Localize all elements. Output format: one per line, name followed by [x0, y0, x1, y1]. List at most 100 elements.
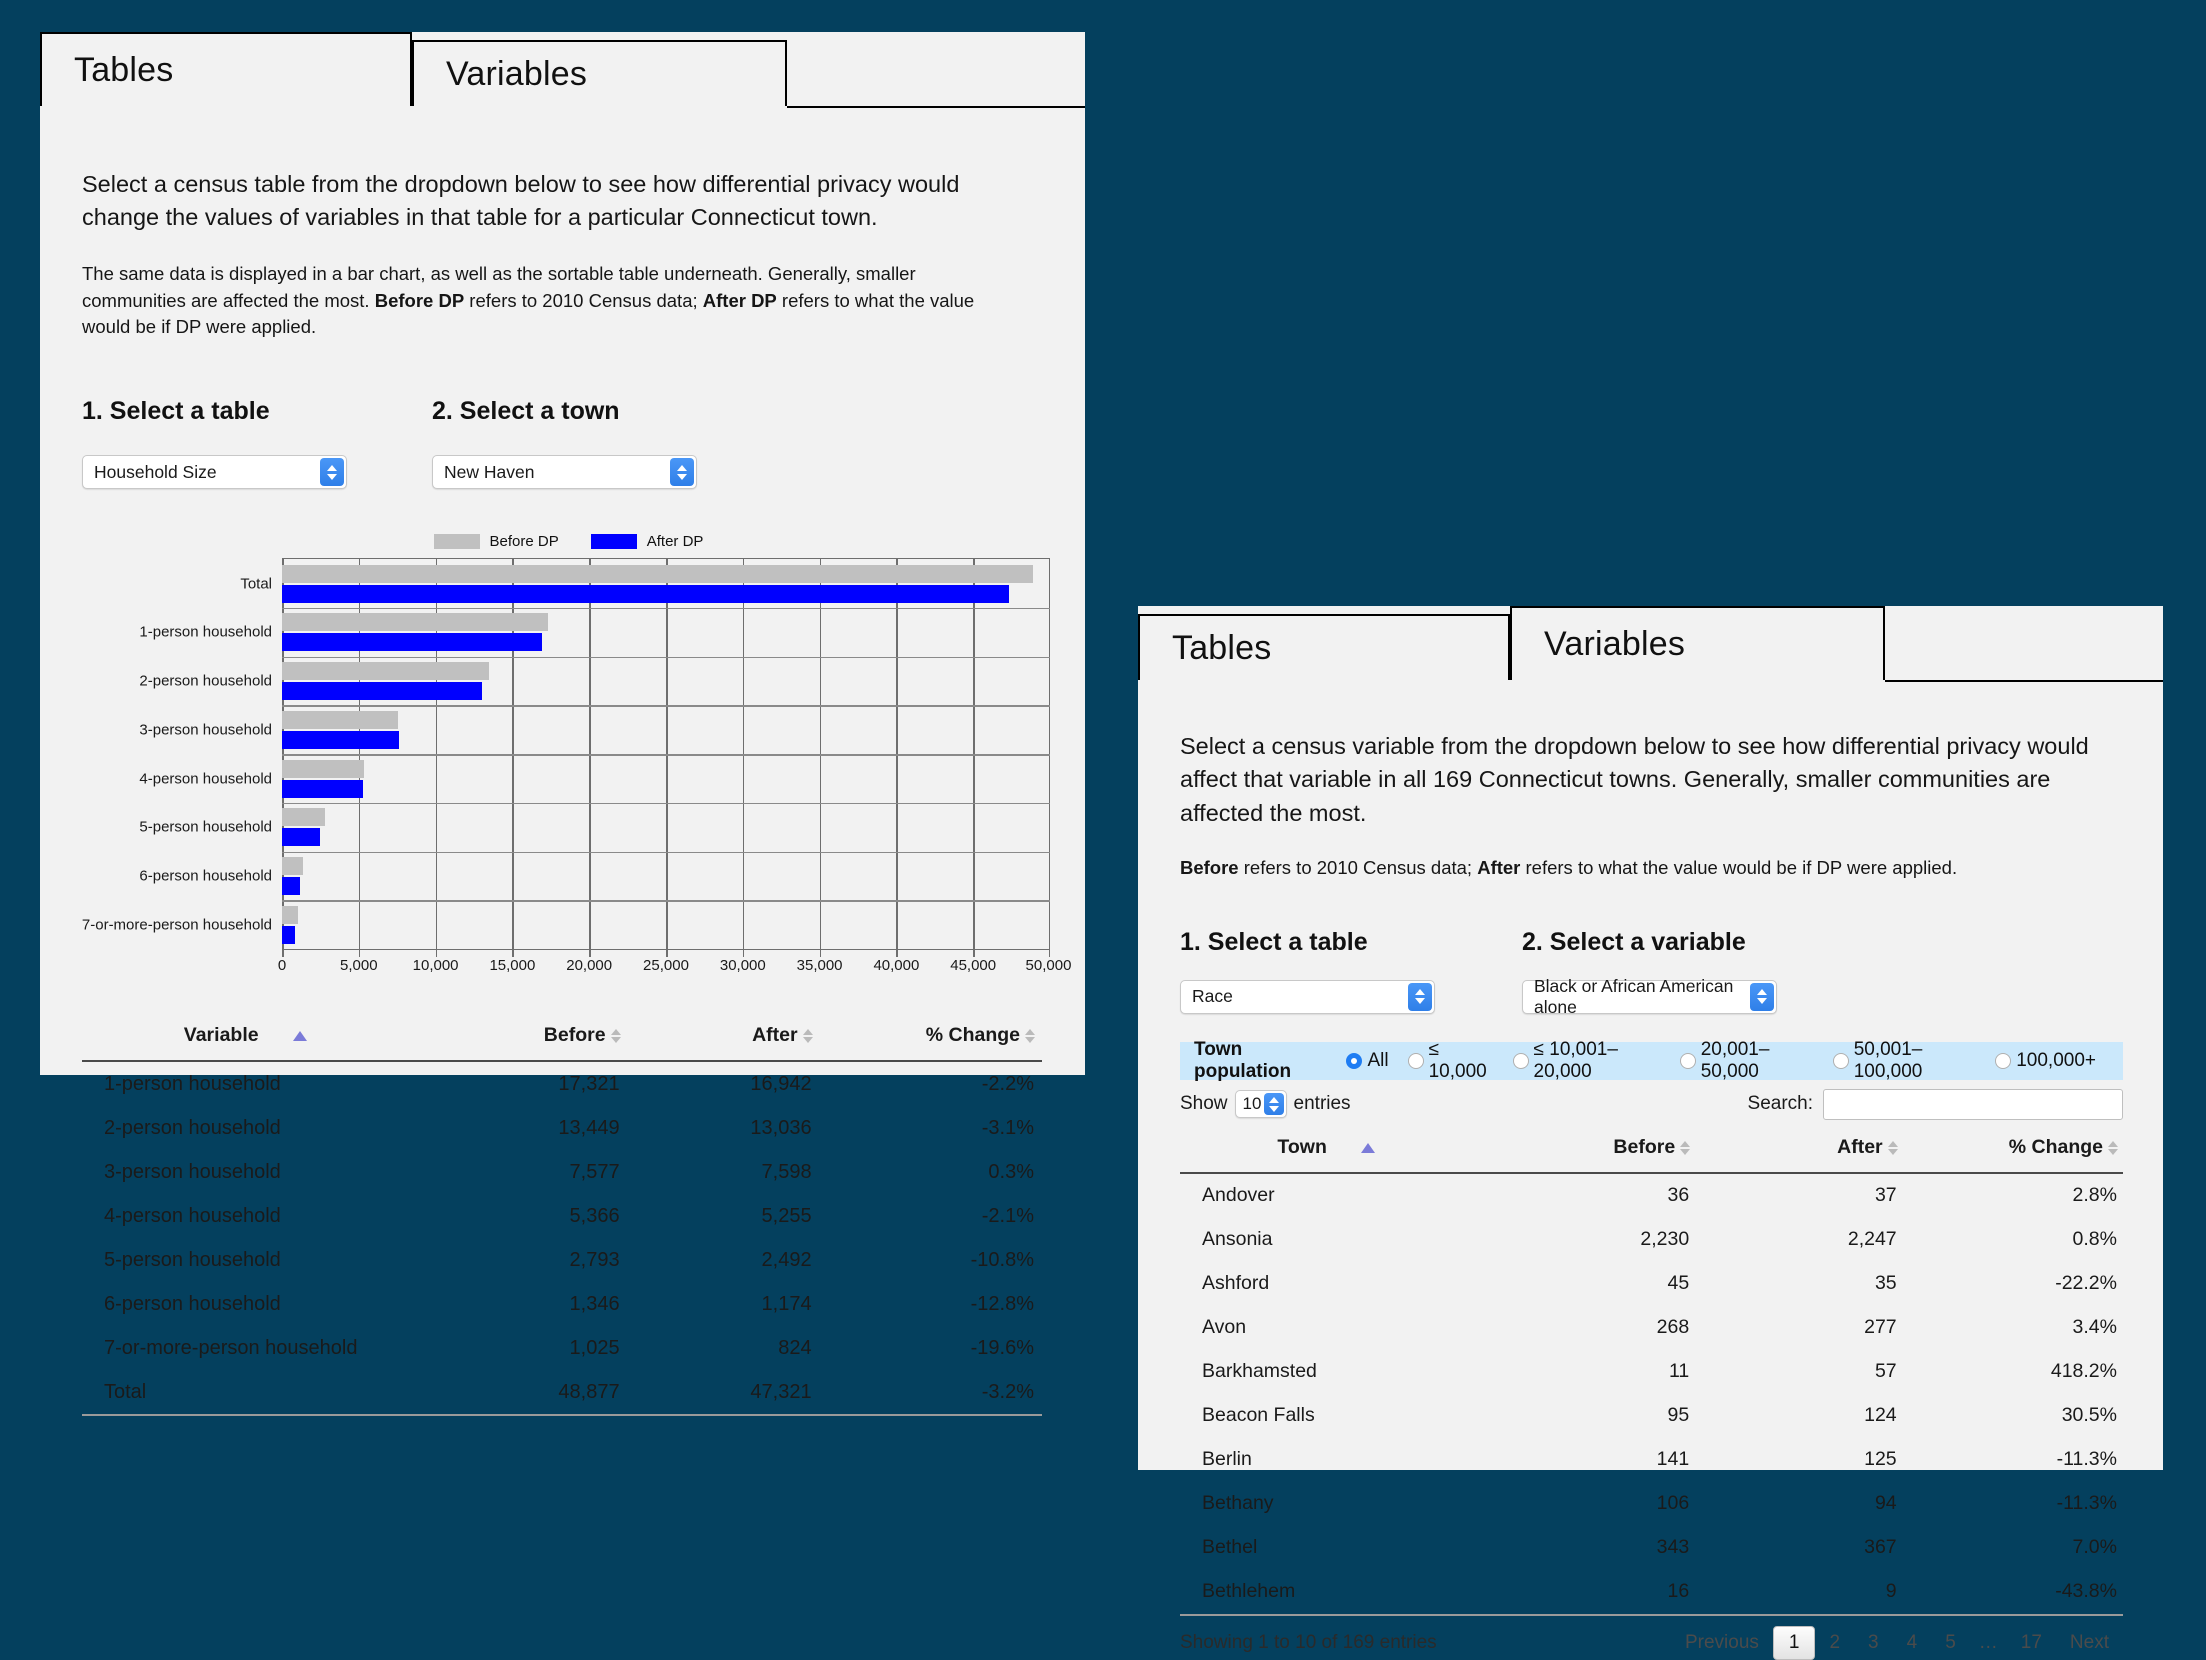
table-row[interactable]: Ansonia 2,230 2,247 0.8%	[1180, 1218, 2123, 1262]
table-row[interactable]: Avon 268 277 3.4%	[1180, 1306, 2123, 1350]
table-row[interactable]: Barkhamsted 11 57 418.2%	[1180, 1350, 2123, 1394]
table-row[interactable]: Berlin 141 125 -11.3%	[1180, 1438, 2123, 1482]
table-row[interactable]: Ashford 45 35 -22.2%	[1180, 1262, 2123, 1306]
table-select[interactable]: Household Size	[82, 455, 347, 490]
table-row[interactable]: Bethel 343 367 7.0%	[1180, 1526, 2123, 1570]
cell-variable: 2-person household	[104, 1116, 281, 1139]
pagination-page-5[interactable]: 5	[1931, 1628, 1970, 1658]
chart-category-label: 6-person household	[139, 867, 272, 885]
radio-option-50001-100000[interactable]: 50,001–100,000	[1832, 1039, 1977, 1083]
variables-steps-row: 1. Select a table Race 2. Select a varia…	[1180, 927, 2121, 1017]
chart-legend: Before DP After DP	[82, 533, 1047, 550]
radio-icon[interactable]	[1832, 1052, 1849, 1069]
search-input[interactable]	[1823, 1088, 2123, 1120]
pagination-page-1[interactable]: 1	[1772, 1625, 1816, 1660]
table-row[interactable]: 1-person household 17,321 16,942 -2.2%	[82, 1061, 1042, 1106]
town-select[interactable]: New Haven	[432, 455, 697, 490]
radio-icon[interactable]	[1995, 1052, 2012, 1069]
cell-after: 94	[1874, 1492, 1897, 1515]
cell-variable: 6-person household	[104, 1292, 281, 1315]
radio-option-20001-50000[interactable]: 20,001–50,000	[1679, 1039, 1814, 1083]
cell-before: 45	[1667, 1272, 1690, 1295]
tab-tables[interactable]: Tables	[40, 32, 412, 106]
chart-bar-before	[282, 564, 1033, 583]
table-select[interactable]: Race	[1180, 979, 1435, 1014]
column-header-before[interactable]: Before	[1472, 1125, 1691, 1174]
column-header-change[interactable]: % Change	[811, 1014, 1042, 1063]
tab-variables[interactable]: Variables	[412, 40, 787, 106]
cell-variable: 4-person household	[104, 1204, 281, 1227]
cell-town: Berlin	[1202, 1448, 1252, 1471]
chart-category-label: 5-person household	[139, 818, 272, 836]
radio-option-under-10000[interactable]: ≤ 10,000	[1407, 1039, 1494, 1083]
radio-icon[interactable]	[1407, 1052, 1424, 1069]
step1-title: 1. Select a table	[82, 397, 270, 426]
town-population-filter: Town population All ≤ 10,000 ≤ 10,001–20…	[1180, 1039, 2123, 1083]
radio-option-100000-plus[interactable]: 100,000+	[1995, 1050, 2096, 1072]
tab-tables-label: Tables	[1172, 628, 1272, 667]
cell-town: Ashford	[1202, 1272, 1270, 1295]
search-control: Search:	[1748, 1088, 2123, 1120]
table-select-value: Household Size	[94, 461, 217, 482]
cell-before: 2,230	[1640, 1228, 1690, 1251]
table-row[interactable]: Beacon Falls 95 124 30.5%	[1180, 1394, 2123, 1438]
chevron-updown-icon[interactable]	[670, 458, 694, 487]
chevron-updown-icon[interactable]	[1750, 982, 1774, 1011]
pagination-page-2[interactable]: 2	[1815, 1628, 1854, 1658]
table-row[interactable]: 2-person household 13,449 13,036 -3.1%	[82, 1106, 1042, 1150]
cell-before: 13,449	[558, 1116, 620, 1139]
column-header-variable[interactable]: Variable	[82, 1014, 409, 1063]
cell-before: 48,877	[408, 1370, 620, 1417]
pagination-next[interactable]: Next	[2056, 1628, 2123, 1658]
chevron-updown-icon[interactable]	[320, 458, 344, 487]
table-row[interactable]: 6-person household 1,346 1,174 -12.8%	[82, 1282, 1042, 1326]
pagination-page-17[interactable]: 17	[2007, 1628, 2056, 1658]
radio-icon[interactable]	[1679, 1052, 1696, 1069]
radio-option-all[interactable]: All	[1346, 1050, 1389, 1072]
table-row[interactable]: 7-or-more-person household 1,025 824 -19…	[82, 1326, 1042, 1370]
cell-change: 0.8%	[2072, 1228, 2117, 1251]
variable-select[interactable]: Black or African American alone	[1522, 976, 1777, 1017]
column-header-before[interactable]: Before	[408, 1014, 621, 1063]
radio-icon[interactable]	[1346, 1052, 1363, 1069]
cell-after: 125	[1864, 1448, 1897, 1471]
pagination-previous[interactable]: Previous	[1671, 1628, 1773, 1658]
column-header-change[interactable]: % Change	[1896, 1125, 2123, 1174]
tab-filler	[787, 40, 1085, 108]
cell-variable: 7-or-more-person household	[104, 1336, 358, 1359]
table-row[interactable]: Bethlehem 16 9 -43.8%	[1180, 1569, 2123, 1616]
tab-variables[interactable]: Variables	[1510, 606, 1885, 680]
legend-swatch-after	[590, 534, 637, 550]
radio-icon[interactable]	[1512, 1052, 1529, 1069]
chart-bar-before	[282, 905, 298, 924]
table-row[interactable]: 5-person household 2,793 2,492 -10.8%	[82, 1238, 1042, 1282]
table-row[interactable]: Andover 36 37 2.8%	[1180, 1173, 2123, 1218]
column-header-after[interactable]: After	[1689, 1125, 1898, 1174]
chevron-updown-icon[interactable]	[1408, 982, 1432, 1011]
pagination-page-4[interactable]: 4	[1893, 1628, 1932, 1658]
tab-variables-label: Variables	[446, 54, 588, 93]
table-row[interactable]: 3-person household 7,577 7,598 0.3%	[82, 1150, 1042, 1194]
step1-title: 1. Select a table	[1180, 927, 1368, 956]
cell-before: 2,793	[569, 1248, 620, 1271]
column-header-after[interactable]: After	[619, 1014, 813, 1063]
column-header-before-label: Before	[543, 1024, 606, 1047]
table-row[interactable]: 4-person household 5,366 5,255 -2.1%	[82, 1194, 1042, 1238]
table-row[interactable]: Total 48,877 47,321 -3.2%	[82, 1370, 1042, 1417]
chart-bar-before	[282, 710, 399, 729]
cell-change: -11.3%	[2056, 1492, 2117, 1515]
cell-before: 141	[1656, 1448, 1690, 1471]
radio-option-10001-20000[interactable]: ≤ 10,001–20,000	[1512, 1039, 1661, 1083]
cell-town: Beacon Falls	[1202, 1404, 1315, 1427]
chevron-updown-icon[interactable]	[1263, 1093, 1284, 1116]
column-header-town[interactable]: Town	[1180, 1125, 1473, 1174]
cell-after: 9	[1689, 1569, 1897, 1616]
pagination-page-3[interactable]: 3	[1854, 1628, 1893, 1658]
page-length-control: Show 10 entries	[1180, 1090, 1351, 1119]
entries-label: entries	[1293, 1093, 1351, 1115]
table-row[interactable]: Bethany 106 94 -11.3%	[1180, 1482, 2123, 1526]
tables-sub-mid: refers to 2010 Census data;	[464, 289, 703, 311]
page-length-select[interactable]: 10	[1234, 1090, 1287, 1119]
tab-tables[interactable]: Tables	[1138, 614, 1510, 680]
chart-bar-after	[282, 828, 321, 847]
